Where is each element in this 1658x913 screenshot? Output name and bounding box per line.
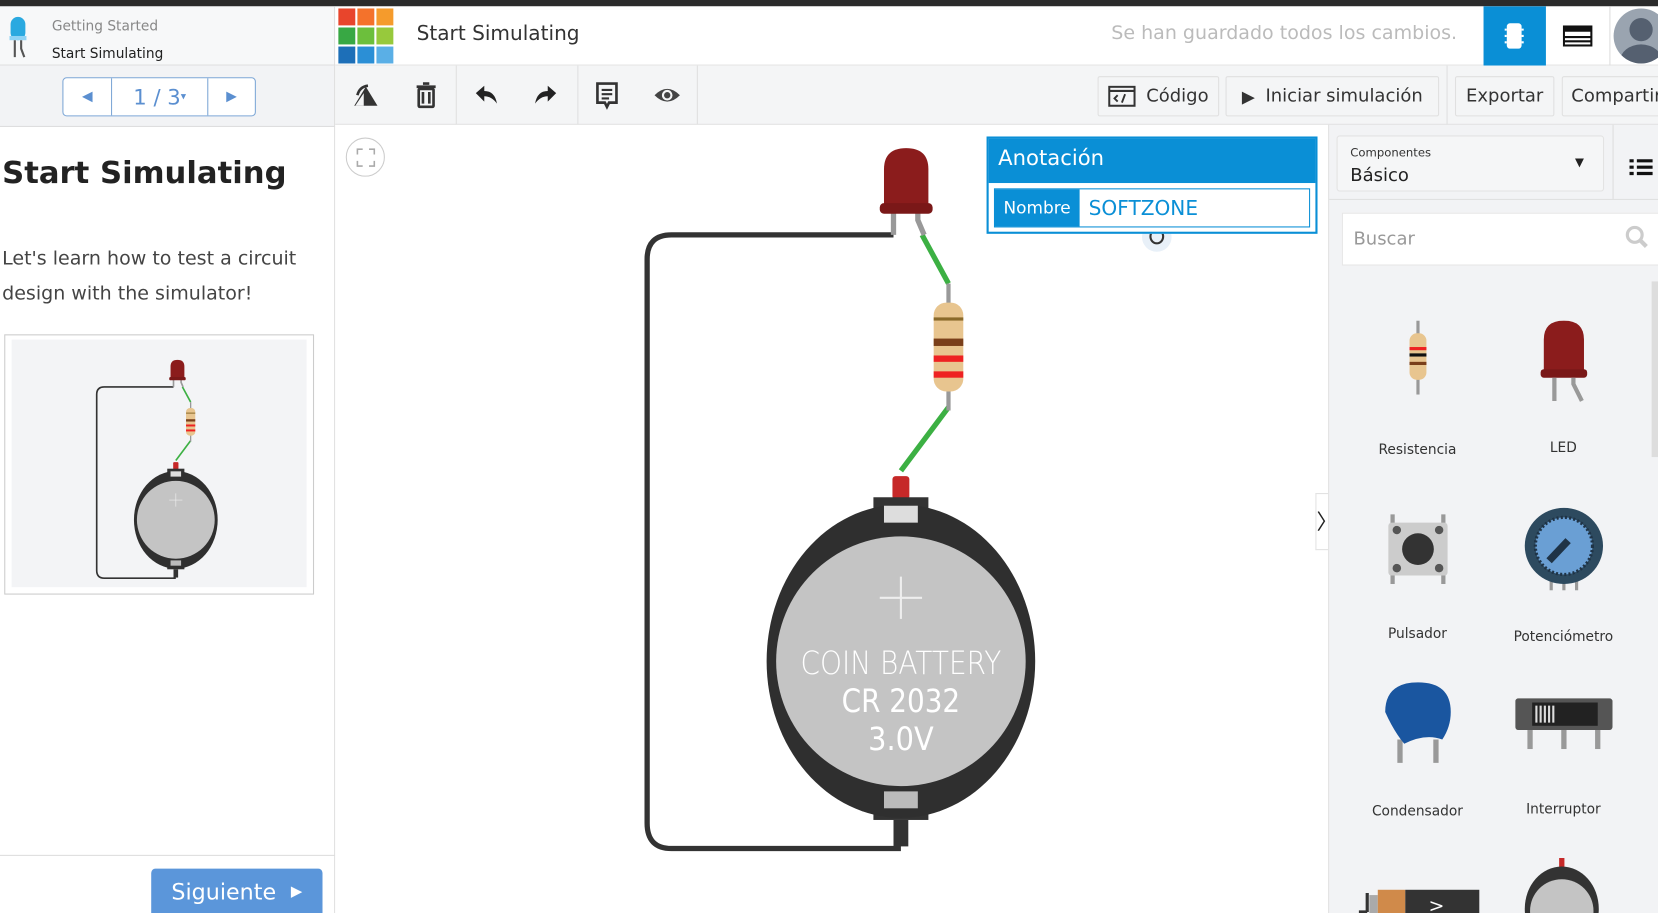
name-label: Nombre bbox=[995, 189, 1080, 227]
chip-icon bbox=[1504, 23, 1524, 49]
export-label: Exportar bbox=[1466, 85, 1544, 107]
component-label: Potenciómetro bbox=[1513, 629, 1614, 646]
annotation-name-field[interactable]: Nombre SOFTZONE bbox=[993, 188, 1311, 228]
play-icon: ▶ bbox=[1241, 86, 1255, 107]
name-value[interactable]: SOFTZONE bbox=[1079, 189, 1198, 226]
circuit-view-button[interactable] bbox=[1483, 6, 1546, 66]
slide-switch-icon bbox=[1514, 698, 1613, 750]
next-button[interactable]: Siguiente ▶ bbox=[151, 868, 323, 913]
component-slide-switch[interactable]: Interruptor bbox=[1490, 698, 1637, 818]
resistor-icon bbox=[1408, 320, 1426, 395]
lesson-pager-bar: ◀ 1 / 3 ▾ ▶ bbox=[0, 65, 336, 127]
toolbar: Código ▶ Iniciar simulación Exportar Comp… bbox=[335, 65, 1658, 125]
components-panel: Componentes Básico ▼ Buscar Resistencia … bbox=[1328, 124, 1658, 913]
code-button[interactable]: Código bbox=[1097, 76, 1220, 117]
category-label: Componentes bbox=[1350, 146, 1432, 160]
undo-icon[interactable] bbox=[472, 80, 502, 110]
component-label: Resistencia bbox=[1378, 442, 1457, 459]
component-capacitor[interactable]: Condensador bbox=[1344, 680, 1491, 820]
export-button[interactable]: Exportar bbox=[1454, 76, 1555, 117]
list-view-icon[interactable] bbox=[1629, 159, 1653, 176]
component-label: LED bbox=[1549, 440, 1577, 456]
lesson-title: Start Simulating bbox=[2, 154, 287, 191]
battery-9v-icon[interactable]: > bbox=[1358, 874, 1481, 913]
simulate-label: Iniciar simulación bbox=[1265, 85, 1423, 107]
next-label: Siguiente bbox=[171, 879, 277, 905]
start-simulation-button[interactable]: ▶ Iniciar simulación bbox=[1225, 76, 1440, 117]
code-icon bbox=[1108, 85, 1136, 107]
app-header: Start Simulating Se han guardado todos l… bbox=[335, 6, 1658, 66]
course-name[interactable]: Getting Started bbox=[52, 19, 158, 35]
schematic-view-button[interactable] bbox=[1546, 6, 1609, 65]
capacitor-icon bbox=[1384, 682, 1451, 763]
page-select[interactable]: 1 / 3 ▾ bbox=[112, 78, 207, 115]
caret-down-icon: ▼ bbox=[1575, 155, 1584, 170]
notes-icon[interactable] bbox=[592, 80, 622, 110]
tinkercad-logo[interactable] bbox=[338, 8, 394, 64]
component-label: Condensador bbox=[1371, 804, 1463, 820]
lesson-pager: ◀ 1 / 3 ▾ ▶ bbox=[62, 77, 256, 117]
component-label: Interruptor bbox=[1526, 801, 1601, 818]
caret-left-icon: ◀ bbox=[81, 88, 93, 105]
potentiometer-icon bbox=[1524, 507, 1603, 591]
search-placeholder: Buscar bbox=[1353, 228, 1415, 250]
component-resistor[interactable]: Resistencia bbox=[1344, 320, 1491, 459]
search-icon bbox=[1625, 225, 1648, 249]
page-indicator: 1 / 3 bbox=[133, 84, 181, 110]
component-led[interactable]: LED bbox=[1490, 320, 1637, 456]
pushbutton-icon bbox=[1387, 514, 1448, 585]
lesson-text-line: design with the simulator! bbox=[2, 282, 253, 305]
lesson-text-line: Let's learn how to test a circuit bbox=[2, 247, 297, 270]
code-label: Código bbox=[1146, 85, 1209, 107]
lesson-header: Getting Started Start Simulating bbox=[0, 6, 336, 66]
table-icon bbox=[1562, 25, 1593, 47]
component-pushbutton[interactable]: Pulsador bbox=[1344, 514, 1491, 642]
circuit-diagram[interactable] bbox=[634, 138, 1046, 857]
fullscreen-icon bbox=[356, 148, 376, 167]
led-icon bbox=[1540, 320, 1587, 402]
annotation-title: Anotación bbox=[988, 138, 1316, 184]
share-label: Compartir bbox=[1571, 85, 1658, 107]
lesson-name: Start Simulating bbox=[51, 46, 164, 63]
caret-right-icon: ▶ bbox=[226, 88, 237, 105]
prev-page-button[interactable]: ◀ bbox=[63, 78, 113, 116]
coin-battery-icon[interactable] bbox=[1524, 858, 1600, 913]
user-icon bbox=[1619, 17, 1658, 64]
lesson-preview-image bbox=[4, 334, 315, 595]
fit-view-button[interactable] bbox=[345, 137, 385, 177]
divider bbox=[0, 854, 336, 856]
trash-icon[interactable] bbox=[411, 80, 441, 110]
next-page-button[interactable]: ▶ bbox=[207, 78, 255, 116]
visibility-icon[interactable] bbox=[652, 80, 682, 110]
category-value: Básico bbox=[1350, 165, 1409, 187]
svg-text:>: > bbox=[1429, 895, 1445, 913]
caret-right-icon: ▶ bbox=[290, 883, 303, 901]
share-button[interactable]: Compartir bbox=[1561, 76, 1658, 117]
rotate-icon[interactable] bbox=[351, 80, 381, 110]
led-lesson-icon bbox=[9, 16, 27, 58]
save-status: Se han guardado todos los cambios. bbox=[1111, 22, 1458, 45]
scrollbar[interactable] bbox=[1651, 281, 1658, 458]
design-title[interactable]: Start Simulating bbox=[417, 22, 580, 45]
component-potentiometer[interactable]: Potenciómetro bbox=[1490, 506, 1637, 646]
component-label: Pulsador bbox=[1387, 626, 1447, 643]
user-avatar[interactable] bbox=[1613, 8, 1658, 64]
components-category-select[interactable]: Componentes Básico ▼ bbox=[1336, 135, 1605, 192]
caret-down-icon: ▾ bbox=[180, 90, 187, 103]
redo-icon[interactable] bbox=[531, 80, 561, 110]
lesson-body: Start Simulating Let's learn how to test… bbox=[0, 126, 336, 913]
component-search-input[interactable]: Buscar bbox=[1341, 212, 1658, 266]
annotation-panel: Anotación Nombre SOFTZONE bbox=[986, 136, 1318, 234]
lesson-text: Let's learn how to test a circuit design … bbox=[2, 241, 296, 311]
